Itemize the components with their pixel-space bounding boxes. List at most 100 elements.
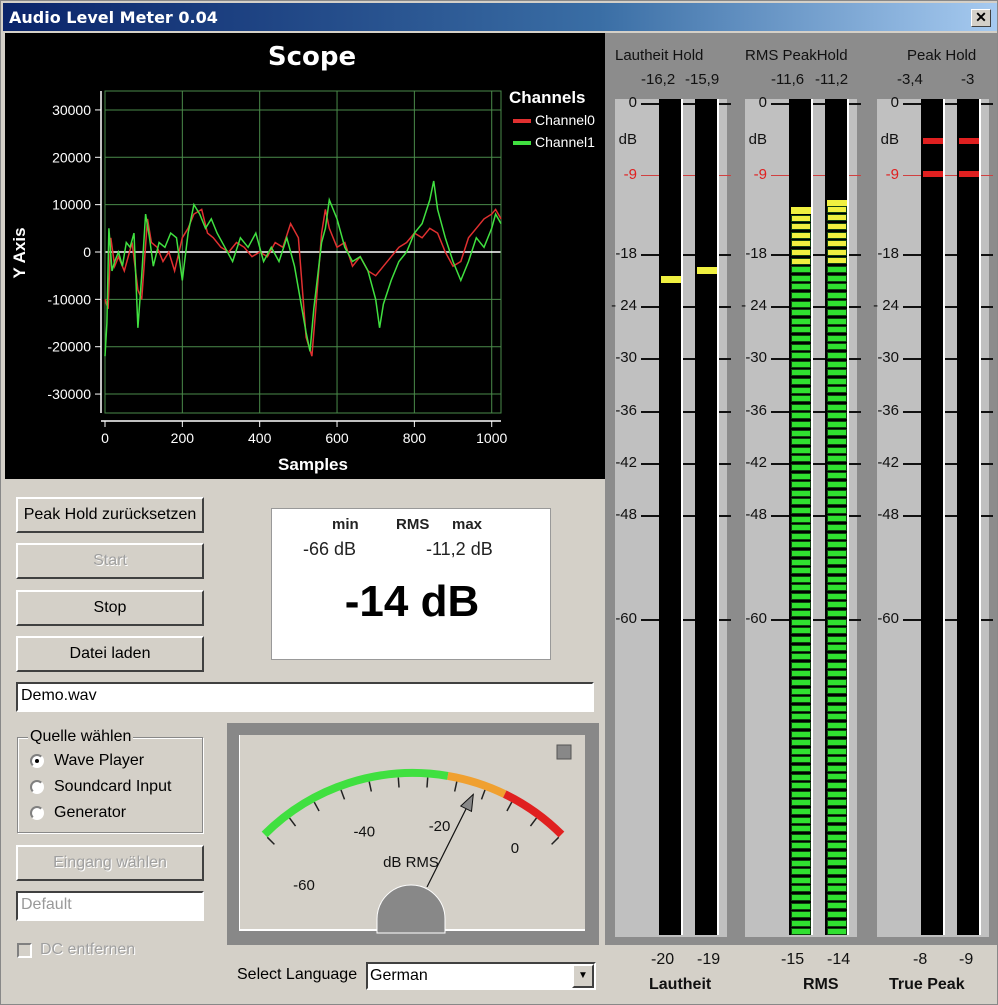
scale-label: - 24 <box>873 297 899 314</box>
hold-title: RMS PeakHold <box>745 47 848 64</box>
level-segment <box>827 283 847 291</box>
level-segment <box>791 369 811 377</box>
peak-hold-marker <box>923 138 943 145</box>
source-group-legend: Quelle wählen <box>28 728 134 746</box>
level-segment <box>827 721 847 729</box>
y-tick-label: 10000 <box>52 197 91 213</box>
current-value: -20 <box>651 951 675 968</box>
radio-unselected-icon <box>30 780 44 794</box>
radio-wave-player[interactable]: Wave Player <box>30 752 144 770</box>
level-segment <box>791 472 811 480</box>
level-segment <box>791 721 811 729</box>
legend-label: Channel0 <box>535 112 595 128</box>
language-select[interactable]: German ▼ <box>366 962 596 990</box>
file-path-field[interactable]: Demo.wav <box>16 682 594 712</box>
level-segment <box>827 850 847 858</box>
current-value: -14 <box>827 951 851 968</box>
level-segment <box>827 730 847 738</box>
level-segment <box>791 300 811 308</box>
level-segment <box>791 524 811 532</box>
level-segment <box>791 429 811 437</box>
level-segment <box>827 506 847 514</box>
level-segment <box>827 360 847 368</box>
level-segment <box>827 472 847 480</box>
close-button[interactable]: ✕ <box>971 9 991 27</box>
y-tick-label: -10000 <box>47 291 91 307</box>
legend-label: Channel1 <box>535 134 595 150</box>
scale-label: -60 <box>615 610 637 627</box>
scale-label: -42 <box>877 454 899 471</box>
load-file-button[interactable]: Datei laden <box>16 636 204 672</box>
level-segment <box>827 867 847 875</box>
scale-label: dB <box>880 131 899 148</box>
level-segment <box>791 463 811 471</box>
checkbox-label: DC entfernen <box>40 941 136 958</box>
scale-label: -18 <box>745 245 767 262</box>
level-meters-panel: Lautheit Hold -16,2 -15,9 0 dB -9 -18- 24 -30 -3… <box>605 33 997 1001</box>
hold-value: -16,2 <box>641 71 676 88</box>
vu-unit-label: dB RMS <box>383 854 439 871</box>
y-axis-label: Y Axis <box>10 227 29 278</box>
level-segment <box>791 352 811 360</box>
level-segment <box>791 438 811 446</box>
input-device-field[interactable]: Default <box>16 891 204 921</box>
start-button[interactable]: Start <box>16 543 204 579</box>
scale-label: dB <box>618 131 637 148</box>
level-segment <box>791 807 811 815</box>
min-value: -66 dB <box>303 539 357 559</box>
level-segment <box>827 222 847 230</box>
hold-value: -3 <box>961 71 975 88</box>
level-segment <box>791 816 811 824</box>
level-segment <box>791 395 811 403</box>
level-segment <box>827 351 847 359</box>
vu-scale-label: -20 <box>429 818 451 835</box>
loudness-hold-marker <box>661 275 681 283</box>
level-segment <box>791 739 811 747</box>
vu-tick <box>506 801 513 812</box>
level-segment <box>827 652 847 660</box>
level-segment <box>791 420 811 428</box>
level-segment <box>791 842 811 850</box>
series-channel0 <box>104 208 502 357</box>
level-segment <box>827 566 847 574</box>
scale-label: -60 <box>877 610 899 627</box>
level-segment <box>791 403 811 411</box>
level-segment <box>791 584 811 592</box>
radio-label: Generator <box>54 804 127 821</box>
stop-button[interactable]: Stop <box>16 590 204 626</box>
radio-generator[interactable]: Generator <box>30 804 126 822</box>
scale-label: -36 <box>745 402 767 419</box>
level-segment <box>791 876 811 884</box>
level-segment <box>827 885 847 893</box>
level-segment <box>791 283 811 291</box>
level-segment <box>791 653 811 661</box>
scale-label: 0 <box>758 94 767 111</box>
dc-remove-checkbox[interactable]: DC entfernen <box>17 941 135 959</box>
vu-tick <box>266 836 275 845</box>
meter-track-left <box>659 99 683 935</box>
meter-group-name: RMS <box>803 976 839 993</box>
level-segment <box>827 274 847 282</box>
level-segment <box>827 627 847 635</box>
level-segment <box>827 240 847 248</box>
x-tick-label: 200 <box>171 430 195 446</box>
vu-tick <box>529 817 538 827</box>
current-value: -9 <box>959 951 974 968</box>
scale-label: - 24 <box>611 297 637 314</box>
level-segment <box>791 790 811 798</box>
dropdown-arrow-icon[interactable]: ▼ <box>572 964 594 988</box>
x-tick-label: 400 <box>248 430 272 446</box>
x-tick-label: 600 <box>325 430 349 446</box>
level-segment <box>827 876 847 884</box>
language-selected-value: German <box>370 967 428 984</box>
radio-soundcard-input[interactable]: Soundcard Input <box>30 778 171 796</box>
vu-scale-label: -60 <box>293 877 315 894</box>
level-segment <box>827 893 847 901</box>
level-segment <box>827 592 847 600</box>
vu-needle-hub <box>376 884 446 934</box>
level-segment <box>827 308 847 316</box>
x-tick-label: 800 <box>403 430 427 446</box>
peak-hold-reset-button[interactable]: Peak Hold zurücksetzen <box>16 497 204 533</box>
select-input-button[interactable]: Eingang wählen <box>16 845 204 881</box>
y-tick-label: 0 <box>83 244 91 260</box>
